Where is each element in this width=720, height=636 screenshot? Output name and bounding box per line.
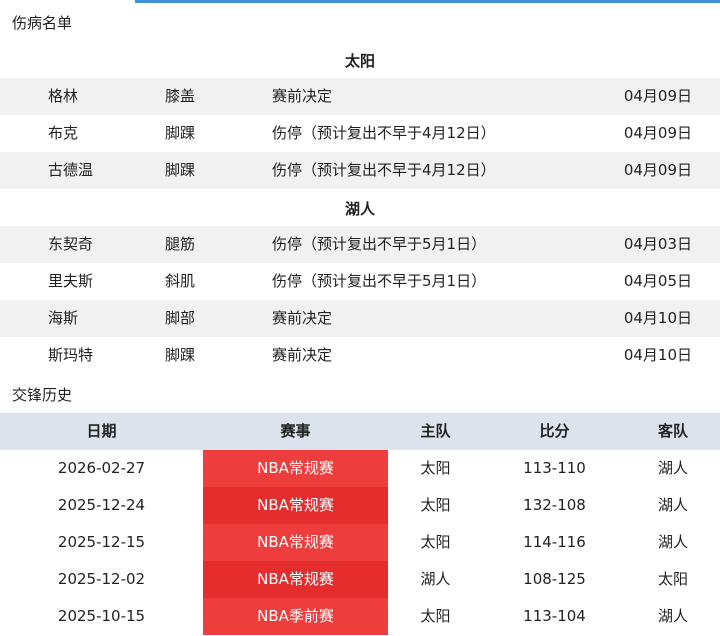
injury-date: 04月09日 bbox=[623, 161, 692, 179]
match-away-team: 湖人 bbox=[657, 533, 688, 551]
match-home-team: 湖人 bbox=[420, 570, 451, 588]
injury-date: 04月09日 bbox=[623, 124, 692, 142]
match-score: 132-108 bbox=[523, 496, 586, 514]
history-row: 2026-02-27 NBA常规赛 太阳 113-110 湖人 bbox=[0, 450, 720, 487]
injury-status: 赛前决定 bbox=[272, 309, 333, 327]
match-home-team: 太阳 bbox=[420, 459, 451, 477]
injury-row: 东契奇 腿筋 伤停（预计复出不早于5月1日） 04月03日 bbox=[0, 226, 720, 263]
player-name: 海斯 bbox=[48, 309, 79, 327]
column-header-home: 主队 bbox=[420, 422, 451, 440]
injury-part: 脚踝 bbox=[165, 124, 196, 142]
match-home-team: 太阳 bbox=[420, 533, 451, 551]
column-header-date: 日期 bbox=[86, 422, 117, 440]
match-date: 2025-12-24 bbox=[57, 496, 146, 514]
player-name: 斯玛特 bbox=[48, 346, 94, 364]
player-name: 里夫斯 bbox=[48, 272, 94, 290]
column-header-event: 赛事 bbox=[280, 422, 311, 440]
history-row: 2025-12-15 NBA常规赛 太阳 114-116 湖人 bbox=[0, 524, 720, 561]
match-event: NBA常规赛 bbox=[203, 487, 388, 524]
injury-row: 布克 脚踝 伤停（预计复出不早于4月12日） 04月09日 bbox=[0, 115, 720, 152]
column-header-score: 比分 bbox=[539, 422, 570, 440]
match-event: NBA常规赛 bbox=[203, 561, 388, 598]
match-score: 113-104 bbox=[523, 607, 586, 625]
injury-part: 斜肌 bbox=[165, 272, 196, 290]
injury-status: 伤停（预计复出不早于5月1日） bbox=[272, 272, 487, 290]
team-header-suns: 太阳 bbox=[344, 52, 375, 70]
injury-row: 斯玛特 脚踝 赛前决定 04月10日 bbox=[0, 337, 720, 374]
injury-part: 脚部 bbox=[165, 309, 196, 327]
player-name: 古德温 bbox=[48, 161, 94, 179]
injury-date: 04月05日 bbox=[623, 272, 692, 290]
injury-part: 脚踝 bbox=[165, 161, 196, 179]
injury-row: 海斯 脚部 赛前决定 04月10日 bbox=[0, 300, 720, 337]
match-event: NBA常规赛 bbox=[203, 524, 388, 561]
match-score: 114-116 bbox=[523, 533, 586, 551]
history-row: 2025-12-02 NBA常规赛 湖人 108-125 太阳 bbox=[0, 561, 720, 598]
injury-date: 04月10日 bbox=[623, 346, 692, 364]
match-home-team: 太阳 bbox=[420, 607, 451, 625]
column-header-away: 客队 bbox=[657, 422, 688, 440]
injury-status: 赛前决定 bbox=[272, 346, 333, 364]
injury-row: 里夫斯 斜肌 伤停（预计复出不早于5月1日） 04月05日 bbox=[0, 263, 720, 300]
injury-row: 古德温 脚踝 伤停（预计复出不早于4月12日） 04月09日 bbox=[0, 152, 720, 189]
top-accent-line bbox=[135, 0, 720, 3]
match-event: NBA季前赛 bbox=[203, 598, 388, 635]
injury-status: 赛前决定 bbox=[272, 87, 333, 105]
match-date: 2025-12-02 bbox=[57, 570, 146, 588]
match-event: NBA常规赛 bbox=[203, 450, 388, 487]
match-away-team: 湖人 bbox=[657, 607, 688, 625]
match-date: 2025-12-15 bbox=[57, 533, 146, 551]
injury-section-title: 伤病名单 bbox=[12, 14, 73, 32]
injury-date: 04月09日 bbox=[623, 87, 692, 105]
injury-status: 伤停（预计复出不早于4月12日） bbox=[272, 161, 496, 179]
match-home-team: 太阳 bbox=[420, 496, 451, 514]
player-name: 东契奇 bbox=[48, 235, 94, 253]
match-date: 2026-02-27 bbox=[57, 459, 146, 477]
match-away-team: 湖人 bbox=[657, 459, 688, 477]
match-score: 108-125 bbox=[523, 570, 586, 588]
player-name: 格林 bbox=[48, 87, 79, 105]
injury-date: 04月10日 bbox=[623, 309, 692, 327]
injury-part: 膝盖 bbox=[165, 87, 196, 105]
history-row: 2025-10-15 NBA季前赛 太阳 113-104 湖人 bbox=[0, 598, 720, 635]
injury-status: 伤停（预计复出不早于4月12日） bbox=[272, 124, 496, 142]
injury-part: 脚踝 bbox=[165, 346, 196, 364]
team-header-lakers: 湖人 bbox=[344, 200, 375, 218]
match-away-team: 湖人 bbox=[657, 496, 688, 514]
injury-status: 伤停（预计复出不早于5月1日） bbox=[272, 235, 487, 253]
injury-row: 格林 膝盖 赛前决定 04月09日 bbox=[0, 78, 720, 115]
injury-part: 腿筋 bbox=[165, 235, 196, 253]
match-score: 113-110 bbox=[523, 459, 586, 477]
history-row: 2025-12-24 NBA常规赛 太阳 132-108 湖人 bbox=[0, 487, 720, 524]
injury-date: 04月03日 bbox=[623, 235, 692, 253]
match-date: 2025-10-15 bbox=[57, 607, 146, 625]
history-table-header: 日期 赛事 主队 比分 客队 bbox=[0, 413, 720, 450]
player-name: 布克 bbox=[48, 124, 79, 142]
history-section-title: 交锋历史 bbox=[12, 386, 73, 404]
match-away-team: 太阳 bbox=[657, 570, 688, 588]
